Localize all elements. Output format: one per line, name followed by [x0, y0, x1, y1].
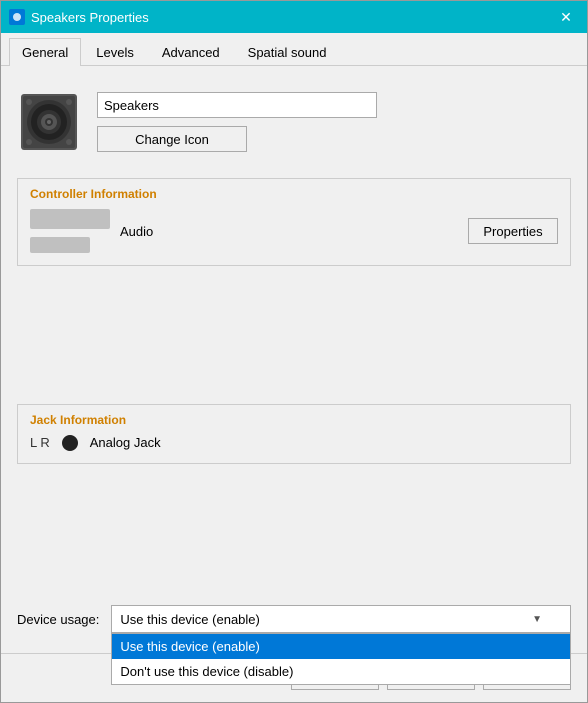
dropdown-current-value: Use this device (enable) [120, 612, 259, 627]
content-area: Change Icon Controller Information Audio… [1, 66, 587, 649]
icon-controls: Change Icon [97, 92, 377, 152]
jack-row: L R Analog Jack [30, 435, 558, 451]
tab-bar: General Levels Advanced Spatial sound [1, 33, 587, 66]
jack-channel-label: L R [30, 435, 50, 450]
tab-levels[interactable]: Levels [83, 38, 147, 66]
controller-row: Audio Properties [30, 209, 558, 253]
tab-advanced[interactable]: Advanced [149, 38, 233, 66]
speakers-properties-window: Speakers Properties ✕ General Levels Adv… [0, 0, 588, 703]
window-title: Speakers Properties [31, 10, 149, 25]
controller-left: Audio [30, 209, 153, 253]
change-icon-button[interactable]: Change Icon [97, 126, 247, 152]
controller-section-label: Controller Information [30, 187, 558, 201]
title-bar: Speakers Properties ✕ [1, 1, 587, 33]
dropdown-item-disable[interactable]: Don't use this device (disable) [112, 659, 570, 684]
controller-info-section: Controller Information Audio Properties [17, 178, 571, 266]
app-icon [9, 9, 25, 25]
audio-label: Audio [120, 224, 153, 239]
controller-block-2 [30, 237, 90, 253]
icon-section: Change Icon [17, 82, 571, 162]
jack-section-label: Jack Information [30, 413, 558, 427]
device-usage-dropdown[interactable]: Use this device (enable) ▼ [111, 605, 571, 633]
device-usage-menu: Use this device (enable) Don't use this … [111, 633, 571, 685]
device-name-input[interactable] [97, 92, 377, 118]
jack-dot [62, 435, 78, 451]
properties-button[interactable]: Properties [468, 218, 558, 244]
device-usage-label: Device usage: [17, 612, 99, 627]
jack-info-section: Jack Information L R Analog Jack [17, 404, 571, 464]
speaker-icon [17, 90, 81, 154]
chevron-down-icon: ▼ [532, 614, 542, 625]
jack-type-label: Analog Jack [90, 435, 161, 450]
controller-block-1 [30, 209, 110, 229]
device-usage-dropdown-wrapper: Use this device (enable) ▼ Use this devi… [111, 605, 571, 633]
close-button[interactable]: ✕ [553, 7, 579, 27]
device-usage-row: Device usage: Use this device (enable) ▼… [17, 597, 571, 633]
controller-blocks [30, 209, 110, 253]
dropdown-item-enable[interactable]: Use this device (enable) [112, 634, 570, 659]
tab-general[interactable]: General [9, 38, 81, 66]
tab-spatial-sound[interactable]: Spatial sound [235, 38, 340, 66]
title-bar-left: Speakers Properties [9, 9, 149, 25]
